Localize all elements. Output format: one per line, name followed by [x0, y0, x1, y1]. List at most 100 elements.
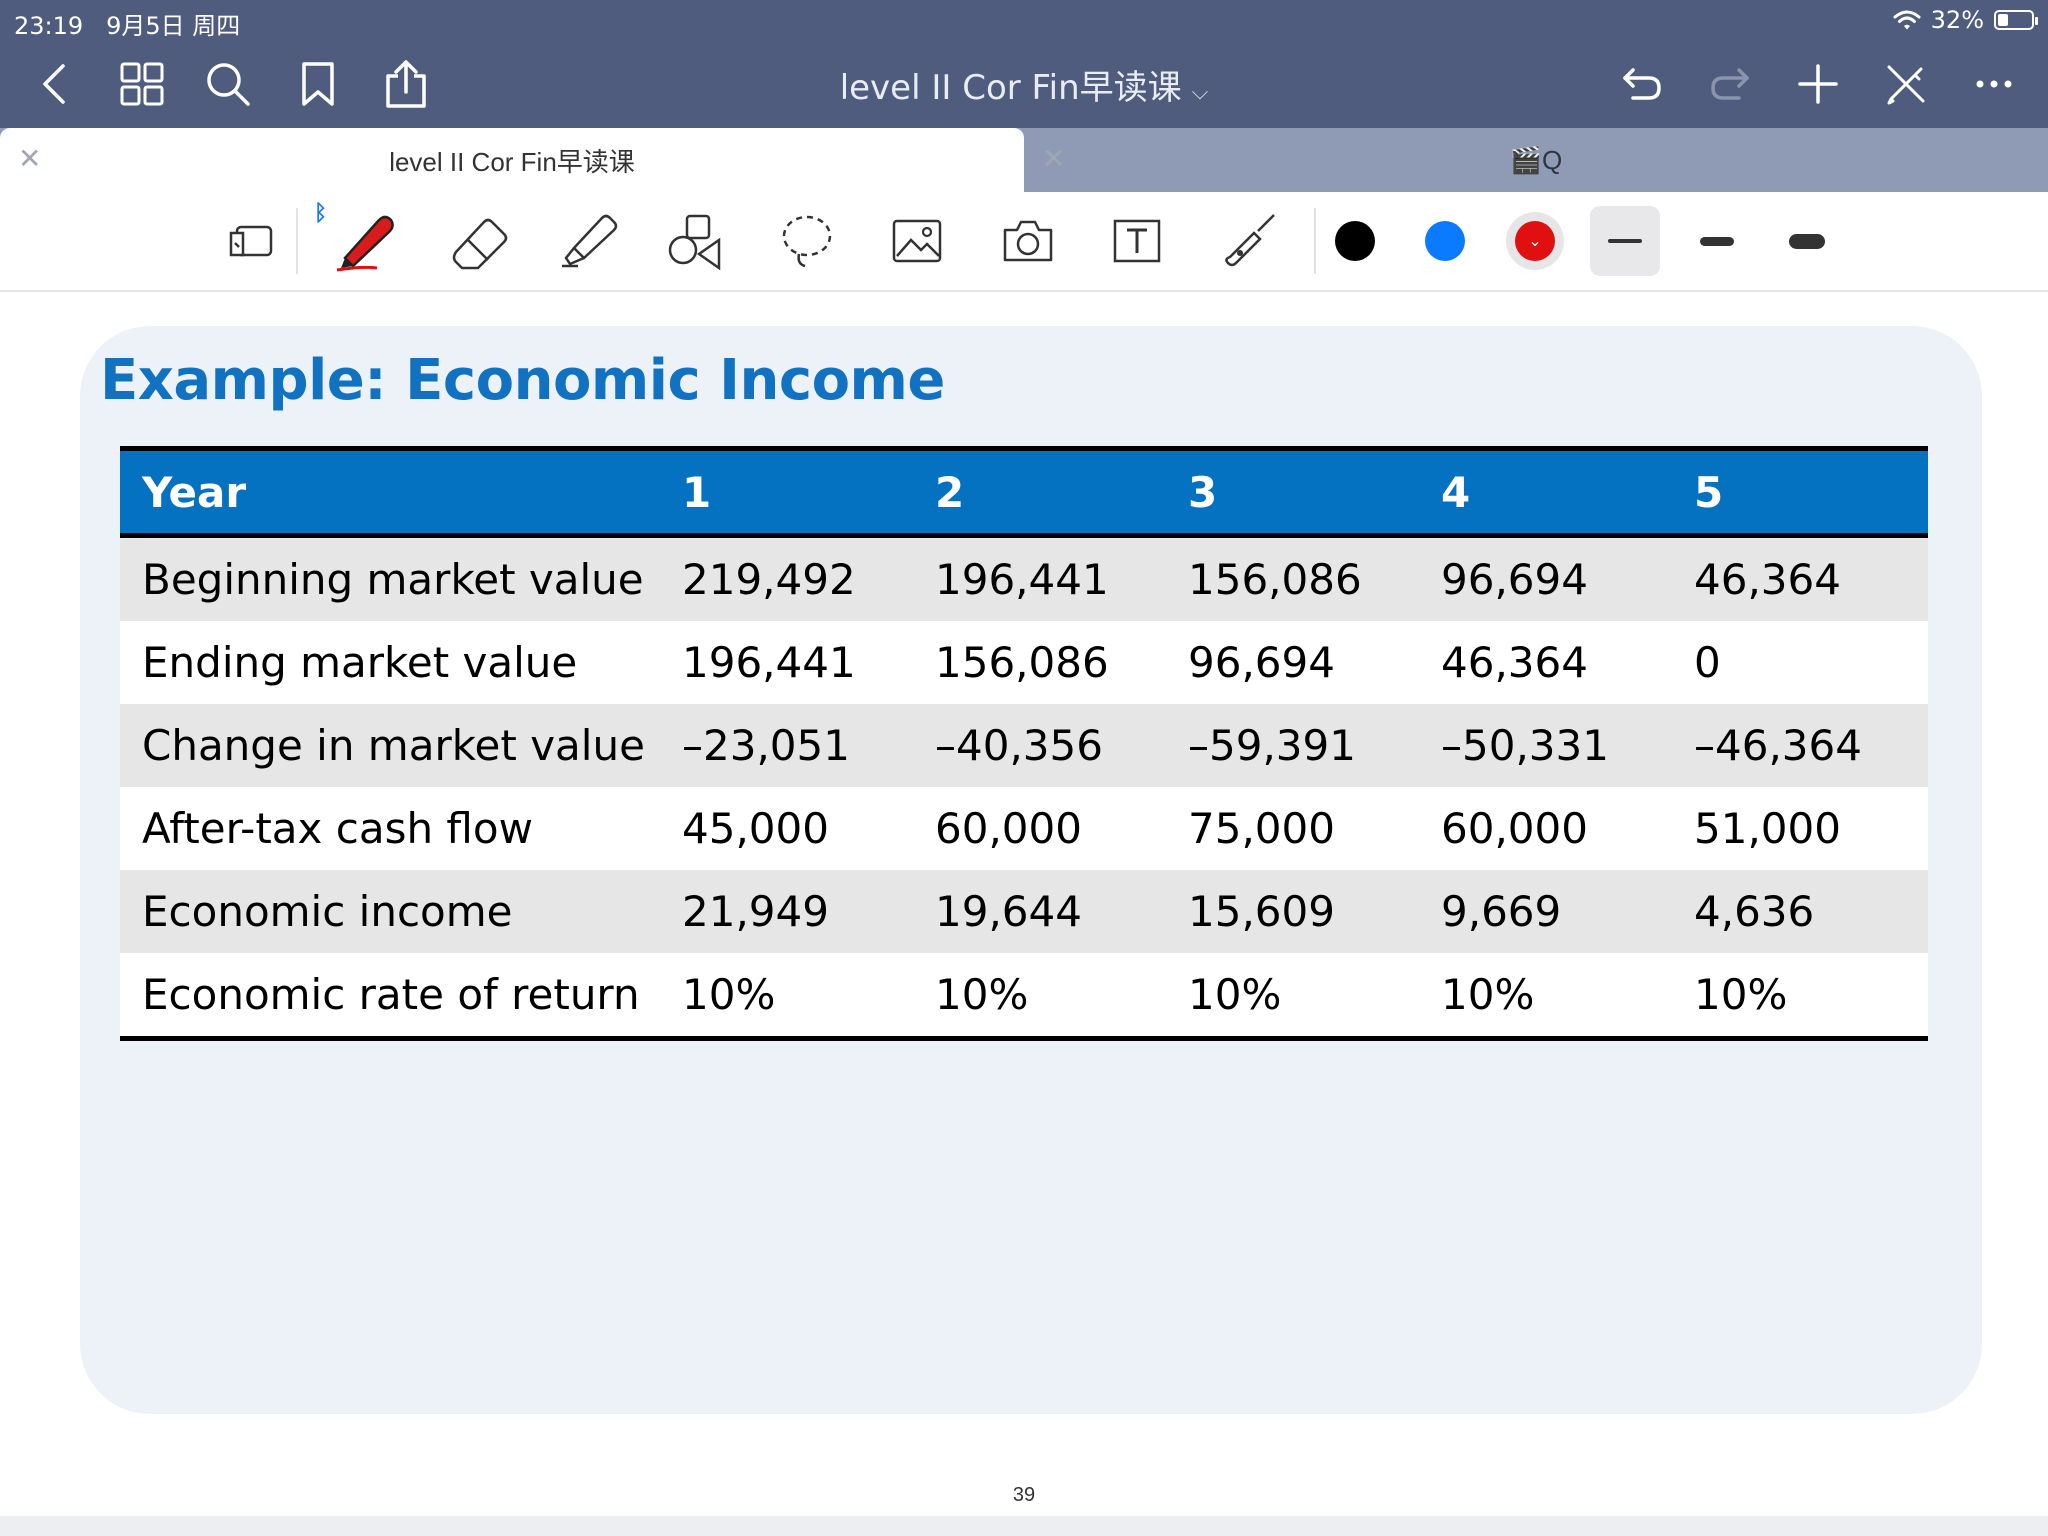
table-cell: 10%: [1419, 953, 1672, 1041]
text-tool[interactable]: [1102, 206, 1172, 276]
wifi-icon: [1893, 10, 1921, 30]
stroke-width-thick[interactable]: [1772, 206, 1842, 276]
table-cell: 96,694: [1419, 535, 1672, 621]
tab-second[interactable]: ✕ 🎬Q: [1024, 128, 2048, 192]
camera-icon: [1003, 220, 1053, 262]
page-bottom-edge: [0, 1516, 2048, 1536]
toolbar-divider: [1314, 208, 1316, 274]
tab-document[interactable]: ✕ level II Cor Fin早读课: [0, 128, 1024, 192]
color-red-selected[interactable]: ⌄: [1500, 206, 1570, 276]
document-title: level II Cor Fin早读课: [839, 68, 1182, 108]
highlighter-tool[interactable]: [552, 206, 622, 276]
plus-icon: [1798, 64, 1838, 104]
table-cell: 46,364: [1419, 621, 1672, 704]
redo-button[interactable]: [1700, 54, 1760, 114]
image-icon: [892, 219, 942, 263]
status-time: 23:19 9月5日 周四: [14, 6, 240, 41]
table-cell: 10%: [913, 953, 1166, 1041]
table-row: Economic rate of return 10% 10% 10% 10% …: [120, 953, 1928, 1041]
table-cell: 60,000: [913, 787, 1166, 870]
row-label: Economic rate of return: [120, 953, 660, 1041]
stroke-width-medium[interactable]: [1682, 206, 1752, 276]
table-cell: 0: [1672, 621, 1928, 704]
table-cell: –40,356: [913, 704, 1166, 787]
pen-tool[interactable]: [330, 206, 400, 276]
shapes-tool[interactable]: [660, 206, 730, 276]
color-blue[interactable]: [1410, 206, 1480, 276]
stroke-width-thin[interactable]: [1590, 206, 1660, 276]
table-cell: 60,000: [1419, 787, 1672, 870]
stroke-medium-icon: [1700, 236, 1734, 246]
table-cell: 15,609: [1166, 870, 1419, 953]
table-cell: 219,492: [660, 535, 913, 621]
header-cell: 4: [1419, 446, 1672, 538]
table-cell: 21,949: [660, 870, 913, 953]
color-swatch: [1335, 221, 1375, 261]
color-swatch: [1425, 221, 1465, 261]
laser-pointer-tool[interactable]: [1214, 206, 1284, 276]
table-cell: 9,669: [1419, 870, 1672, 953]
table-cell: 10%: [660, 953, 913, 1041]
row-label: Change in market value: [120, 704, 660, 787]
header-cell: Year: [120, 446, 660, 538]
pen-mode-button[interactable]: [1876, 54, 1936, 114]
pen-slash-icon: [1887, 65, 1925, 105]
table-cell: –50,331: [1419, 704, 1672, 787]
battery-percent: 32%: [1930, 6, 1984, 34]
close-tab-icon[interactable]: ✕: [1042, 142, 1065, 175]
stroke-thick-icon: [1789, 233, 1825, 249]
close-tab-icon[interactable]: ✕: [18, 142, 41, 175]
table-cell: 96,694: [1166, 621, 1419, 704]
camera-tool[interactable]: [993, 206, 1063, 276]
toolbar-divider: [296, 208, 298, 274]
table-cell: 46,364: [1672, 535, 1928, 621]
more-icon: [1976, 80, 2012, 88]
row-label: Ending market value: [120, 621, 660, 704]
table-header-row: Year 1 2 3 4 5: [120, 446, 1928, 538]
header-cell: 1: [660, 446, 913, 538]
eraser-tool[interactable]: [444, 206, 514, 276]
table-row: Ending market value 196,441 156,086 96,6…: [120, 621, 1928, 704]
color-black[interactable]: [1320, 206, 1390, 276]
highlighter-icon: [562, 214, 618, 268]
table-cell: 10%: [1166, 953, 1419, 1041]
header-cell: 3: [1166, 446, 1419, 538]
more-button[interactable]: [1964, 54, 2024, 114]
bluetooth-icon: ᛒ: [314, 200, 328, 225]
shapes-icon: [668, 214, 721, 270]
battery-icon: [1994, 10, 2038, 30]
lasso-tool[interactable]: [772, 206, 842, 276]
row-label: After-tax cash flow: [120, 787, 660, 870]
stroke-thin-icon: [1608, 239, 1642, 243]
chevron-down-icon: ⌵: [1191, 80, 1209, 105]
table-cell: 45,000: [660, 787, 913, 870]
page-number: 39: [1012, 1484, 1036, 1506]
text-icon: [1113, 219, 1161, 263]
table-row: Economic income 21,949 19,644 15,609 9,6…: [120, 870, 1928, 953]
date: 9月5日 周四: [106, 12, 241, 40]
read-only-toggle[interactable]: [216, 206, 286, 276]
tab-strip: ✕ level II Cor Fin早读课 ✕ 🎬Q: [0, 128, 2048, 192]
status-indicators: 32%: [1893, 6, 2038, 34]
table-cell: 51,000: [1672, 787, 1928, 870]
header-cell: 2: [913, 446, 1166, 538]
table-row: After-tax cash flow 45,000 60,000 75,000…: [120, 787, 1928, 870]
table-row: Beginning market value 219,492 196,441 1…: [120, 535, 1928, 621]
eraser-icon: [452, 218, 508, 270]
tab-label: level II Cor Fin早读课: [389, 146, 635, 177]
row-label: Beginning market value: [120, 535, 660, 621]
annotation-toolbar: ᛒ ⌄: [0, 192, 2048, 292]
table-cell: 196,441: [913, 535, 1166, 621]
pen-icon: [336, 215, 394, 272]
lasso-icon: [782, 215, 832, 268]
table-cell: –23,051: [660, 704, 913, 787]
table-cell: 156,086: [913, 621, 1166, 704]
color-swatch: ⌄: [1515, 221, 1555, 261]
readonly-icon: [229, 225, 273, 257]
economic-income-table: Year 1 2 3 4 5 Beginning market value 21…: [120, 446, 1928, 1041]
undo-button[interactable]: [1612, 54, 1672, 114]
image-tool[interactable]: [882, 206, 952, 276]
add-page-button[interactable]: [1788, 54, 1848, 114]
undo-icon: [1623, 68, 1661, 100]
table-cell: 196,441: [660, 621, 913, 704]
